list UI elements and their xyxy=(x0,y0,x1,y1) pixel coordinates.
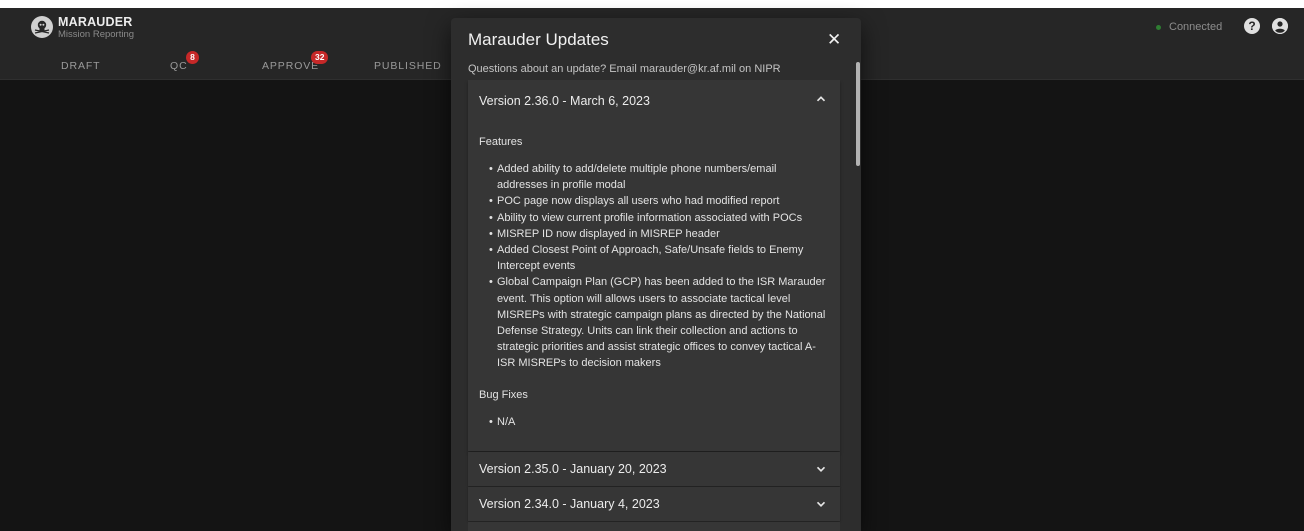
features-list: Added ability to add/delete multiple pho… xyxy=(489,161,829,372)
account-circle-icon[interactable] xyxy=(1272,18,1288,34)
version-panel-partial[interactable] xyxy=(468,522,840,531)
qc-count-badge: 8 xyxy=(186,51,199,64)
scrollbar-thumb[interactable] xyxy=(856,62,860,166)
status-label: Connected xyxy=(1169,21,1223,33)
close-icon[interactable]: ✕ xyxy=(827,30,841,50)
bugfixes-heading: Bug Fixes xyxy=(479,389,528,401)
tab-qc[interactable]: QC xyxy=(170,60,188,72)
chevron-down-icon[interactable] xyxy=(814,462,828,476)
connection-status: Connected xyxy=(1156,21,1222,33)
app-subtitle: Mission Reporting xyxy=(58,29,135,40)
marauder-logo-icon xyxy=(31,16,53,38)
list-item: N/A xyxy=(489,414,829,430)
version-header[interactable]: Version 2.35.0 - January 20, 2023 xyxy=(479,462,667,476)
version-panel-collapsed[interactable]: Version 2.35.0 - January 20, 2023 xyxy=(468,452,840,486)
version-panel-collapsed[interactable]: Version 2.34.0 - January 4, 2023 xyxy=(468,487,840,521)
list-item: Ability to view current profile informat… xyxy=(489,210,829,226)
bugfixes-list: N/A xyxy=(489,414,829,430)
version-header[interactable]: Version 2.34.0 - January 4, 2023 xyxy=(479,497,660,511)
app-name: MARAUDER xyxy=(58,15,133,29)
status-dot-icon xyxy=(1156,24,1161,30)
features-heading: Features xyxy=(479,136,523,148)
list-item: Added ability to add/delete multiple pho… xyxy=(489,161,829,193)
app-brand: MARAUDER Mission Reporting xyxy=(58,16,134,41)
updates-modal: Marauder Updates ✕ Questions about an up… xyxy=(451,18,861,531)
tab-draft[interactable]: DRAFT xyxy=(61,60,101,72)
tab-published[interactable]: PUBLISHED xyxy=(374,60,442,72)
tab-approve[interactable]: APPROVE xyxy=(262,60,319,72)
list-item: Global Campaign Plan (GCP) has been adde… xyxy=(489,274,829,371)
chevron-up-icon[interactable] xyxy=(814,92,828,106)
version-panel-expanded: Version 2.36.0 - March 6, 2023 Features … xyxy=(468,80,840,451)
help-circle-icon[interactable]: ? xyxy=(1244,18,1260,34)
modal-subtitle: Questions about an update? Email maraude… xyxy=(468,63,781,75)
list-item: MISREP ID now displayed in MISREP header xyxy=(489,226,829,242)
version-header[interactable]: Version 2.36.0 - March 6, 2023 xyxy=(479,94,650,108)
list-item: POC page now displays all users who had … xyxy=(489,193,829,209)
modal-title: Marauder Updates xyxy=(468,30,609,49)
chevron-down-icon[interactable] xyxy=(814,497,828,511)
list-item: Added Closest Point of Approach, Safe/Un… xyxy=(489,242,829,274)
updates-scroll-area[interactable]: Version 2.36.0 - March 6, 2023 Features … xyxy=(451,80,861,531)
approve-count-badge: 32 xyxy=(311,51,329,64)
